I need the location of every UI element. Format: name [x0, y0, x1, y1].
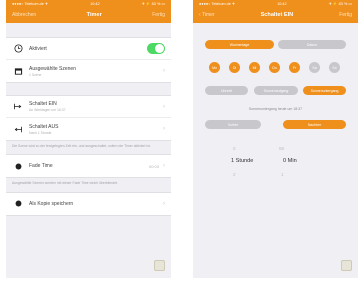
- row-save-copy[interactable]: Als Kopie speichern ›: [6, 193, 171, 215]
- switch-on-icon: [12, 101, 24, 113]
- time-label: 10:42: [90, 1, 100, 6]
- cancel-button[interactable]: Abbrechen: [12, 12, 36, 18]
- carrier-label: ●●●●○ Telekom.de ✈: [12, 2, 49, 6]
- page-title: Timer: [86, 12, 102, 18]
- active-toggle[interactable]: [147, 43, 165, 54]
- row-switch-on[interactable]: Schaltet EIN An Werktagen um 16:37 ›: [6, 96, 171, 118]
- chevron-right-icon: ›: [163, 200, 165, 207]
- nav-bar: ‹ Timer Schaltet EIN Fertig: [193, 7, 358, 23]
- chevron-right-icon: ›: [163, 103, 165, 110]
- page-title: Schaltet EIN: [260, 12, 294, 18]
- footnote-fade: Ausgewählte Szenen werden mit dieser Fad…: [12, 181, 118, 186]
- nav-bar: Abbrechen Timer Fertig: [6, 7, 171, 23]
- settings-group-4: Als Kopie speichern ›: [6, 191, 171, 216]
- offset-after[interactable]: Nachher: [283, 120, 346, 129]
- switch-on-label: Schaltet EIN: [29, 101, 57, 107]
- settings-group-3: Fade Time 00:03 ›: [6, 154, 171, 179]
- switch-on-screen: ●●●●○ Telekom.de ✈ 10:42 ✈ ⚡ 83 % ▭ ‹ Ti…: [193, 0, 358, 278]
- document-icon: [154, 260, 165, 271]
- switch-off-sub: Nach 1 Stunde: [29, 130, 52, 135]
- copy-label: Als Kopie speichern: [29, 200, 74, 207]
- chevron-right-icon: ›: [163, 68, 165, 74]
- switch-off-icon: [12, 123, 24, 135]
- back-button[interactable]: ‹ Timer: [199, 12, 215, 18]
- status-bar: ●●●●○ Telekom.de ✈ 10:42 ✈ ⚡ 83 % ▭: [193, 0, 358, 7]
- fade-value: 00:03: [148, 163, 159, 169]
- settings-group-2: Schaltet EIN An Werktagen um 16:37 › Sch…: [6, 95, 171, 141]
- time-label: 10:42: [277, 1, 287, 6]
- row-scenes[interactable]: Ausgewählte Szenen 1 Szene ›: [6, 60, 171, 82]
- battery-label: ✈ ⚡ 83 % ▭: [328, 2, 352, 6]
- picker-hour[interactable]: 1 Stunde: [231, 158, 253, 164]
- footnote-timer: Die Szene wird zu der festgelegten Zeit …: [12, 144, 151, 148]
- mode-sunset[interactable]: Sonnenuntergang: [303, 86, 346, 95]
- back-label: Timer: [201, 12, 215, 18]
- status-bar: ●●●●○ Telekom.de ✈ 10:42 ✈ ⚡ 83 % ▭: [6, 0, 171, 7]
- carrier-label: ●●●●○ Telekom.de ✈: [199, 2, 236, 6]
- mode-time[interactable]: Uhrzeit: [205, 86, 248, 95]
- day-di[interactable]: Di: [229, 62, 240, 73]
- picker-min[interactable]: 0 Min: [283, 158, 297, 164]
- battery-label: ✈ ⚡ 83 % ▭: [141, 2, 165, 6]
- segment-weekdays[interactable]: Wochentage: [205, 40, 274, 49]
- switch-off-label: Schaltet AUS: [29, 123, 59, 130]
- picker-min-prev: 59: [279, 146, 285, 151]
- sunset-info: Sonnenuntergang heute um 18:37: [248, 107, 303, 111]
- done-button[interactable]: Fertig: [152, 12, 165, 18]
- timer-screen: ●●●●○ Telekom.de ✈ 10:42 ✈ ⚡ 83 % ▭ Abbr…: [6, 0, 171, 278]
- offset-before[interactable]: Vorher: [205, 120, 261, 129]
- day-sa[interactable]: Sa: [309, 62, 320, 73]
- scene-icon: [12, 65, 24, 77]
- clock-icon: [12, 43, 24, 55]
- segment-date[interactable]: Datum: [278, 40, 346, 49]
- day-mi[interactable]: Mi: [249, 62, 260, 73]
- picker-hour-next: 2: [233, 172, 236, 177]
- day-mo[interactable]: Mo: [209, 62, 220, 73]
- day-fr[interactable]: Fr: [289, 62, 300, 73]
- row-fade-time[interactable]: Fade Time 00:03 ›: [6, 155, 171, 177]
- active-label: Aktiviert: [29, 45, 47, 52]
- row-switch-off[interactable]: Schaltet AUS Nach 1 Stunde ›: [6, 118, 171, 140]
- switch-on-sub: An Werktagen um 16:37: [29, 108, 66, 112]
- picker-min-next: 1: [281, 172, 284, 177]
- document-icon: [341, 260, 352, 271]
- chevron-right-icon: ›: [163, 126, 165, 132]
- settings-group-1: Aktiviert Ausgewählte Szenen 1 Szene ›: [6, 37, 171, 83]
- row-active[interactable]: Aktiviert: [6, 38, 171, 60]
- day-do[interactable]: Do: [269, 62, 280, 73]
- dot-icon: [12, 198, 24, 210]
- day-so[interactable]: So: [329, 62, 340, 73]
- fade-label: Fade Time: [29, 163, 53, 170]
- scenes-sub: 1 Szene: [29, 72, 42, 77]
- picker-hour-prev: 0: [233, 146, 236, 151]
- done-button[interactable]: Fertig: [339, 12, 352, 18]
- dot-icon: [12, 160, 24, 172]
- mode-sunrise[interactable]: Sonnenaufgang: [254, 86, 298, 95]
- chevron-right-icon: ›: [163, 163, 165, 170]
- scenes-label: Ausgewählte Szenen: [29, 65, 76, 72]
